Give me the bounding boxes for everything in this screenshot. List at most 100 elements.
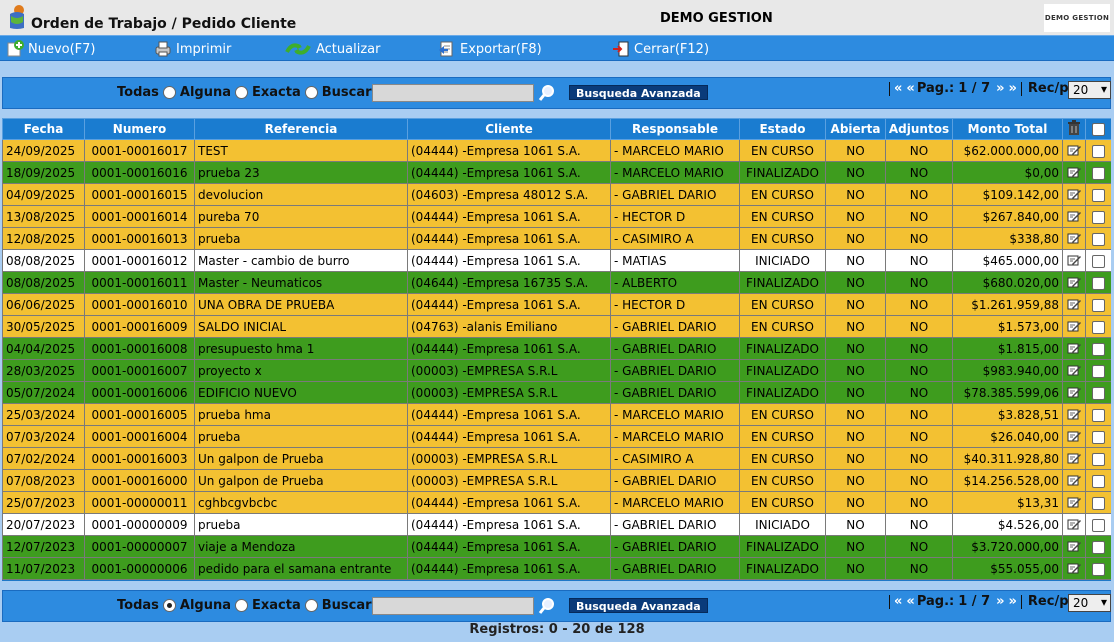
edit-cell[interactable] [1062, 161, 1086, 184]
last-page-icon[interactable]: » [1009, 594, 1017, 609]
export-button[interactable]: Exportar(F8) [438, 39, 542, 59]
edit-cell[interactable] [1062, 205, 1086, 228]
table-row[interactable]: 25/03/2024 0001-00016005 prueba hma (04444)… [2, 403, 1111, 426]
edit-icon[interactable] [1067, 407, 1082, 422]
edit-cell[interactable] [1062, 271, 1086, 294]
close-button[interactable]: Cerrar(F12) [612, 39, 709, 59]
table-row[interactable]: 28/03/2025 0001-00016007 proyecto x (00003)… [2, 359, 1111, 382]
search-icon[interactable] [538, 597, 556, 615]
row-select-cell[interactable] [1085, 293, 1111, 316]
row-select-cell[interactable] [1085, 139, 1111, 162]
row-select-cell[interactable] [1085, 161, 1111, 184]
col-abierta[interactable]: Abierta [825, 118, 886, 140]
row-checkbox[interactable] [1092, 540, 1105, 554]
row-select-cell[interactable] [1085, 447, 1111, 470]
row-checkbox[interactable] [1092, 254, 1105, 268]
edit-icon[interactable] [1067, 165, 1082, 180]
next-page-icon[interactable]: » [996, 81, 1004, 96]
row-checkbox[interactable] [1092, 232, 1105, 246]
row-checkbox[interactable] [1092, 496, 1105, 510]
edit-icon[interactable] [1067, 209, 1082, 224]
radio-alguna[interactable] [162, 86, 176, 99]
select-all-cell[interactable] [1085, 118, 1111, 140]
row-select-cell[interactable] [1085, 535, 1111, 558]
row-select-cell[interactable] [1085, 337, 1111, 360]
edit-cell[interactable] [1062, 139, 1086, 162]
row-select-cell[interactable] [1085, 557, 1111, 580]
col-monto[interactable]: Monto Total [952, 118, 1063, 140]
row-checkbox[interactable] [1092, 276, 1105, 290]
table-row[interactable]: 07/03/2024 0001-00016004 prueba (04444) -Em… [2, 425, 1111, 448]
edit-cell[interactable] [1062, 315, 1086, 338]
table-row[interactable]: 20/07/2023 0001-00000009 prueba (04444) -Em… [2, 513, 1111, 536]
row-checkbox[interactable] [1092, 474, 1105, 488]
edit-icon[interactable] [1067, 385, 1082, 400]
edit-cell[interactable] [1062, 447, 1086, 470]
edit-cell[interactable] [1062, 557, 1086, 580]
row-select-cell[interactable] [1085, 227, 1111, 250]
edit-cell[interactable] [1062, 535, 1086, 558]
row-checkbox[interactable] [1092, 320, 1105, 334]
row-select-cell[interactable] [1085, 183, 1111, 206]
edit-icon[interactable] [1067, 187, 1082, 202]
edit-cell[interactable] [1062, 249, 1086, 272]
row-select-cell[interactable] [1085, 205, 1111, 228]
row-checkbox[interactable] [1092, 210, 1105, 224]
row-select-cell[interactable] [1085, 513, 1111, 536]
table-row[interactable]: 24/09/2025 0001-00016017 TEST (04444) -Empr… [2, 139, 1111, 162]
row-select-cell[interactable] [1085, 491, 1111, 514]
edit-icon[interactable] [1067, 429, 1082, 444]
edit-cell[interactable] [1062, 359, 1086, 382]
row-checkbox[interactable] [1092, 342, 1105, 356]
records-per-page-select[interactable]: 20 [1068, 594, 1111, 612]
table-row[interactable]: 08/08/2025 0001-00016012 Master - cambio d… [2, 249, 1111, 272]
row-checkbox[interactable] [1092, 452, 1105, 466]
edit-icon[interactable] [1067, 495, 1082, 510]
edit-cell[interactable] [1062, 403, 1086, 426]
edit-cell[interactable] [1062, 227, 1086, 250]
trash-icon[interactable] [1067, 119, 1081, 136]
radio-exacta[interactable] [235, 86, 248, 99]
edit-icon[interactable] [1067, 275, 1082, 290]
col-fecha[interactable]: Fecha [2, 118, 85, 140]
edit-cell[interactable] [1062, 381, 1086, 404]
row-checkbox[interactable] [1092, 408, 1105, 422]
col-referencia[interactable]: Referencia [194, 118, 408, 140]
edit-cell[interactable] [1062, 491, 1086, 514]
edit-cell[interactable] [1062, 513, 1086, 536]
delete-all-cell[interactable] [1062, 118, 1086, 140]
last-page-icon[interactable]: » [1009, 81, 1017, 96]
table-row[interactable]: 07/08/2023 0001-00016000 Un galpon de Prue… [2, 469, 1111, 492]
prev-page-icon[interactable]: « [906, 594, 914, 609]
row-checkbox[interactable] [1092, 430, 1105, 444]
table-row[interactable]: 25/07/2023 0001-00000011 cghbcgvbcbc (04444… [2, 491, 1111, 514]
radio-buscar[interactable] [304, 86, 318, 99]
table-row[interactable]: 12/08/2025 0001-00016013 prueba (04444) -Em… [2, 227, 1111, 250]
edit-cell[interactable] [1062, 337, 1086, 360]
first-page-icon[interactable]: « [894, 81, 902, 96]
row-checkbox[interactable] [1092, 144, 1105, 158]
radio-exacta[interactable] [235, 599, 248, 612]
col-numero[interactable]: Numero [84, 118, 195, 140]
table-row[interactable]: 08/08/2025 0001-00016011 Master - Neumatic… [2, 271, 1111, 294]
edit-icon[interactable] [1067, 363, 1082, 378]
row-checkbox[interactable] [1092, 364, 1105, 378]
row-checkbox[interactable] [1092, 386, 1105, 400]
row-select-cell[interactable] [1085, 359, 1111, 382]
edit-icon[interactable] [1067, 143, 1082, 158]
next-page-icon[interactable]: » [996, 594, 1004, 609]
refresh-button[interactable]: Actualizar [284, 39, 380, 59]
edit-icon[interactable] [1067, 451, 1082, 466]
table-row[interactable]: 18/09/2025 0001-00016016 prueba 23 (04444) … [2, 161, 1111, 184]
prev-page-icon[interactable]: « [906, 81, 914, 96]
col-adjuntos[interactable]: Adjuntos [885, 118, 953, 140]
table-row[interactable]: 12/07/2023 0001-00000007 viaje a Mendoza (0… [2, 535, 1111, 558]
select-all-checkbox[interactable] [1092, 123, 1105, 136]
table-row[interactable]: 06/06/2025 0001-00016010 UNA OBRA DE PRUEB… [2, 293, 1111, 316]
edit-icon[interactable] [1067, 539, 1082, 554]
advanced-search-button[interactable]: Busqueda Avanzada [569, 598, 708, 613]
row-select-cell[interactable] [1085, 249, 1111, 272]
row-checkbox[interactable] [1092, 518, 1105, 532]
row-select-cell[interactable] [1085, 403, 1111, 426]
records-per-page-select[interactable]: 20 [1068, 81, 1111, 99]
